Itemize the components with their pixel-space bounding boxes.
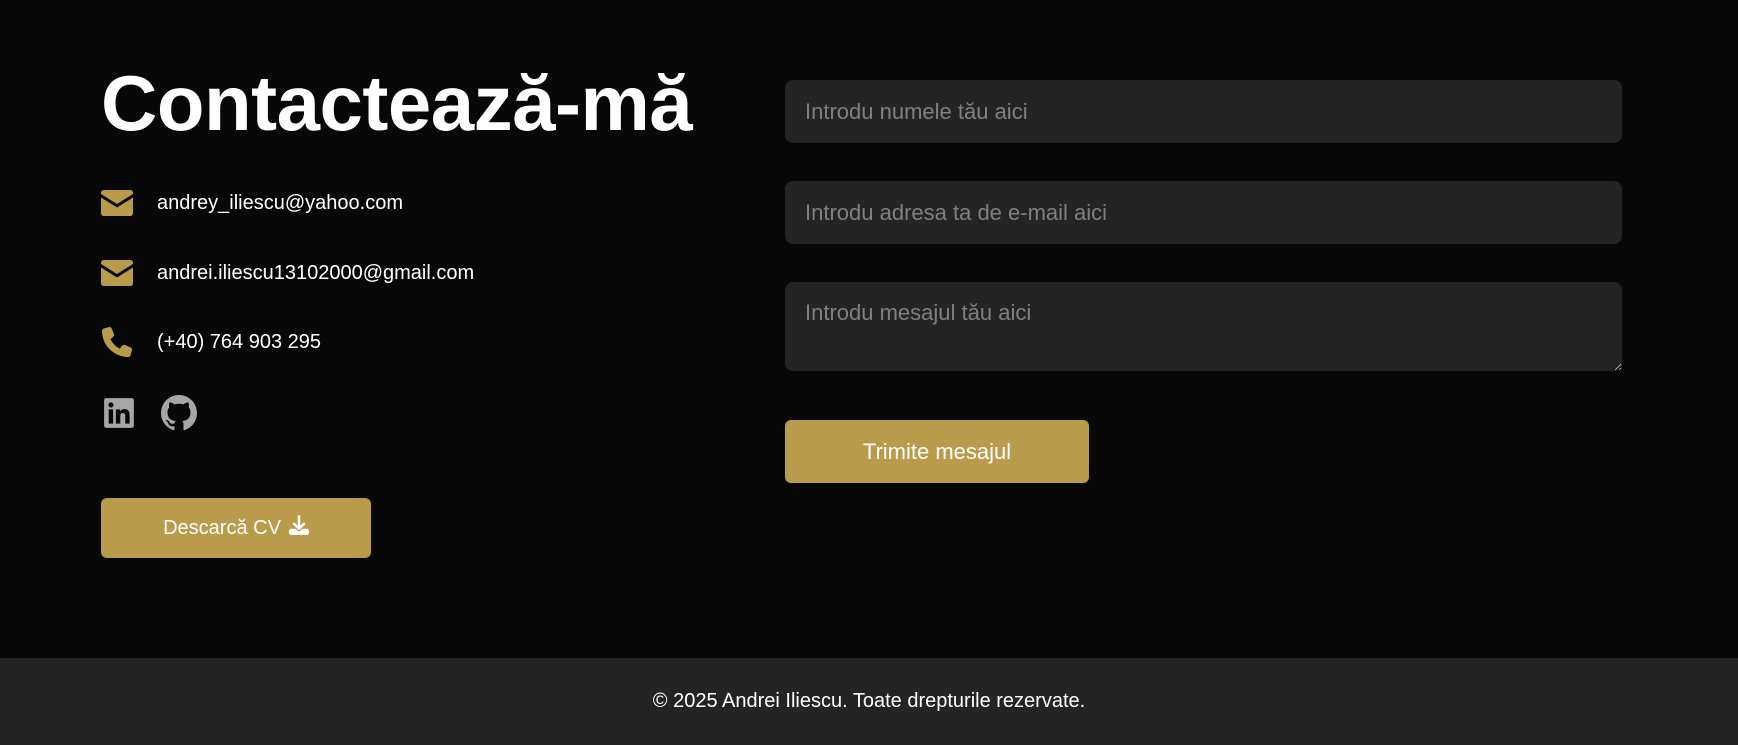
email-1-text: andrey_iliescu@yahoo.com (157, 191, 403, 214)
download-cv-button[interactable]: Descarcă CV (101, 498, 371, 558)
download-cv-label: Descarcă CV (163, 516, 281, 539)
send-message-button[interactable]: Trimite mesajul (785, 420, 1089, 483)
linkedin-icon[interactable] (101, 394, 137, 432)
contact-email-2: andrei.iliescu13102000@gmail.com (101, 255, 474, 291)
github-icon[interactable] (161, 394, 197, 432)
email-input[interactable] (785, 181, 1622, 244)
message-textarea[interactable] (785, 282, 1622, 371)
footer-copyright: © 2025 Andrei Iliescu. Toate drepturile … (652, 690, 1086, 712)
contact-phone: (+40) 764 903 295 (101, 324, 321, 360)
envelope-icon (101, 257, 133, 289)
email-2-text: andrei.iliescu13102000@gmail.com (157, 261, 475, 284)
download-icon (288, 515, 309, 541)
phone-text: (+40) 764 903 295 (157, 330, 322, 353)
footer: © 2025 Andrei Iliescu. Toate drepturile … (0, 658, 1738, 745)
contact-page: Contactează-mă andrey_iliescu@yahoo.com … (0, 0, 1738, 745)
page-title: Contactează-mă (101, 59, 693, 147)
phone-icon (101, 326, 133, 358)
social-links (101, 394, 197, 432)
envelope-icon (101, 187, 133, 219)
contact-email-1: andrey_iliescu@yahoo.com (101, 185, 403, 221)
name-input[interactable] (785, 80, 1622, 143)
